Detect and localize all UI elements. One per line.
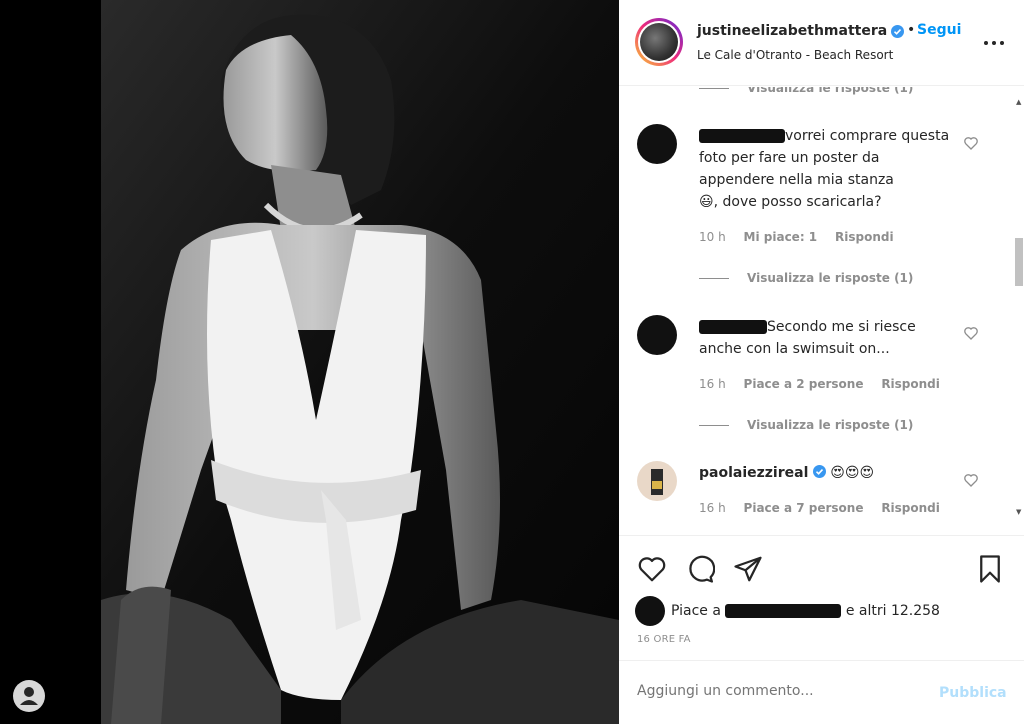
view-replies-link[interactable]: Visualizza le risposte (1) bbox=[699, 271, 913, 285]
profile-icon[interactable] bbox=[13, 680, 45, 712]
comment-likes-count[interactable]: Piace a 2 persone bbox=[744, 377, 864, 391]
redacted-username bbox=[725, 604, 842, 618]
author-avatar[interactable] bbox=[635, 18, 683, 66]
commenter-username[interactable]: paolaiezzireal bbox=[699, 465, 808, 481]
publish-button[interactable]: Pubblica bbox=[939, 685, 1007, 701]
user-silhouette-icon bbox=[20, 687, 38, 705]
author-username[interactable]: justineelizabethmattera bbox=[697, 23, 887, 39]
more-options-icon[interactable] bbox=[982, 33, 1006, 53]
post-header: justineelizabethmattera • Segui Le Cale … bbox=[619, 0, 1024, 86]
liker-avatar bbox=[635, 596, 665, 626]
comment-meta: 16 h Piace a 2 persone Rispondi bbox=[699, 377, 940, 391]
verified-badge-icon bbox=[812, 465, 826, 478]
avatar-figure bbox=[651, 469, 663, 495]
like-heart-icon[interactable] bbox=[637, 554, 667, 584]
reply-button[interactable]: Rispondi bbox=[835, 230, 894, 244]
scroll-down-arrow-icon[interactable]: ▼ bbox=[1016, 508, 1022, 516]
comment-likes-count[interactable]: Mi piace: 1 bbox=[744, 230, 818, 244]
scroll-up-arrow-icon[interactable]: ▲ bbox=[1016, 98, 1022, 106]
post-details-panel: justineelizabethmattera • Segui Le Cale … bbox=[619, 0, 1024, 724]
view-replies-link[interactable]: Visualizza le risposte (1) bbox=[699, 418, 913, 432]
comment-text: paolaiezzireal 😍😍😍 bbox=[699, 465, 875, 481]
post-actions: Piace a e altri 12.258 16 ORE FA bbox=[619, 535, 1024, 660]
comment-likes-count[interactable]: Piace a 7 persone bbox=[744, 501, 864, 515]
like-comment-heart-icon[interactable] bbox=[963, 135, 979, 151]
post-timestamp: 16 ORE FA bbox=[637, 634, 691, 645]
comment-composer: Pubblica bbox=[619, 660, 1024, 724]
reply-button[interactable]: Rispondi bbox=[881, 377, 940, 391]
view-replies-link[interactable]: Visualizza le risposte (1) bbox=[699, 87, 913, 95]
comment-input[interactable] bbox=[637, 683, 917, 699]
redacted-username bbox=[699, 129, 785, 143]
like-comment-heart-icon[interactable] bbox=[963, 472, 979, 488]
comments-list[interactable]: Visualizza le risposte (1) vorrei compra… bbox=[619, 87, 1024, 535]
like-comment-heart-icon[interactable] bbox=[963, 325, 979, 341]
commenter-avatar[interactable] bbox=[637, 461, 677, 501]
comments-scrollbar-thumb[interactable] bbox=[1015, 238, 1023, 286]
comment-text: Secondo me si riesce anche con la swimsu… bbox=[699, 319, 916, 357]
post-photo-illustration bbox=[101, 0, 619, 724]
commenter-avatar[interactable] bbox=[637, 315, 677, 355]
separator-dot: • bbox=[907, 22, 916, 38]
commenter-avatar[interactable] bbox=[637, 124, 677, 164]
comment-text: vorrei comprare questa foto per fare un … bbox=[699, 128, 950, 210]
verified-badge-icon bbox=[891, 25, 904, 38]
follow-button[interactable]: Segui bbox=[917, 22, 961, 38]
comment-bubble-icon[interactable] bbox=[685, 554, 715, 584]
save-bookmark-icon[interactable] bbox=[975, 554, 1005, 584]
comment-meta: 10 h Mi piace: 1 Rispondi bbox=[699, 230, 894, 244]
post-image bbox=[101, 0, 619, 724]
reply-button[interactable]: Rispondi bbox=[881, 501, 940, 515]
share-paper-plane-icon[interactable] bbox=[733, 554, 763, 584]
redacted-username bbox=[699, 320, 767, 334]
likes-summary[interactable]: Piace a e altri 12.258 bbox=[635, 596, 940, 626]
comment-meta: 16 h Piace a 7 persone Rispondi bbox=[699, 501, 940, 515]
post-location[interactable]: Le Cale d'Otranto - Beach Resort bbox=[697, 48, 893, 62]
